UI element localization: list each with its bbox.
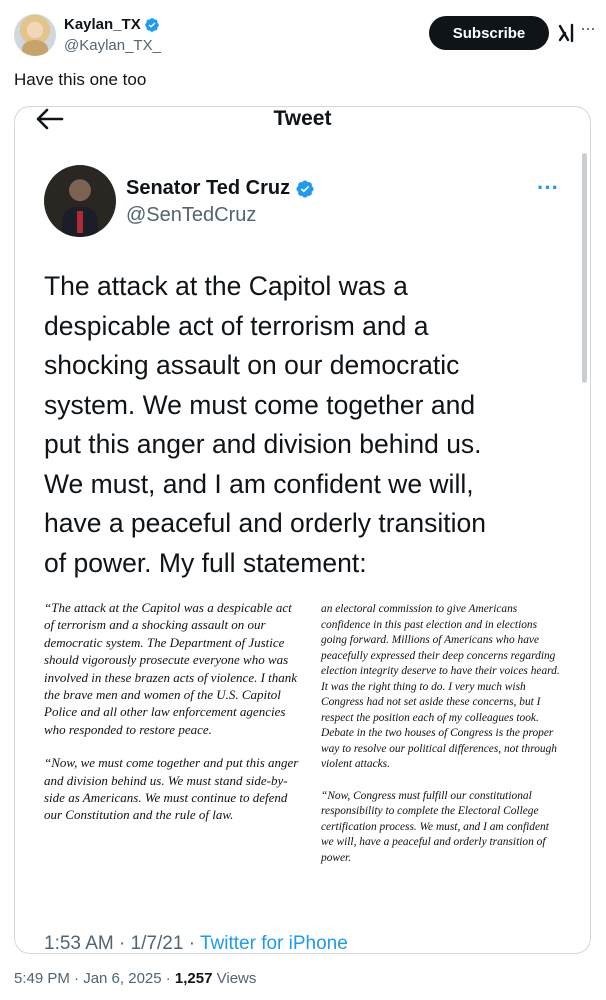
scrollbar[interactable] bbox=[582, 153, 587, 383]
embedded-verified-badge-icon bbox=[296, 179, 314, 198]
embedded-tweet-body: The attack at the Capitol was a despicab… bbox=[44, 267, 564, 583]
body-line: have a peaceful and orderly transition bbox=[44, 508, 486, 538]
embedded-author-avatar bbox=[44, 165, 116, 237]
post-timestamp[interactable]: 5:49 PM · Jan 6, 2025 · bbox=[14, 970, 175, 987]
body-line: shocking assault on our democratic bbox=[44, 350, 460, 380]
body-line: put this anger and division behind us. bbox=[44, 429, 482, 459]
body-line: We must, and I am confident we will, bbox=[44, 468, 474, 499]
embedded-timestamp: 1:53 AM · 1/7/21 · Twitter for iPhone bbox=[44, 933, 348, 954]
body-line: despicable act of terrorism and a bbox=[44, 310, 429, 341]
author-name[interactable]: Kaylan_TX bbox=[64, 16, 160, 33]
embedded-more-options-icon: ··· bbox=[537, 175, 559, 200]
post-meta: 5:49 PM · Jan 6, 2025 · 1,257 Views bbox=[14, 970, 256, 987]
statement-paragraph: “The attack at the Capitol was a despica… bbox=[44, 600, 298, 737]
embedded-timestamp-text: 1:53 AM · 1/7/21 · bbox=[44, 933, 200, 954]
post-text: Have this one too bbox=[14, 70, 147, 89]
statement-left-column: “The attack at the Capitol was a despica… bbox=[44, 599, 304, 840]
embedded-author-name-label: Senator Ted Cruz bbox=[126, 177, 291, 199]
embedded-header-title: Tweet bbox=[273, 107, 332, 130]
statement-paragraph: an electoral commission to give American… bbox=[321, 603, 560, 770]
grok-icon[interactable] bbox=[557, 22, 577, 44]
subscribe-button[interactable]: Subscribe bbox=[429, 16, 549, 50]
views-count: 1,257 bbox=[174, 970, 213, 987]
post-header: Kaylan_TX @Kaylan_TX_ Subscribe ··· bbox=[14, 12, 596, 60]
body-line: system. We must come together and bbox=[44, 389, 476, 420]
embedded-author-handle: @SenTedCruz bbox=[126, 204, 257, 226]
statement-right-column: an electoral commission to give American… bbox=[321, 602, 561, 882]
statement-paragraph: “Now, we must come together and put this… bbox=[44, 755, 299, 823]
more-options-icon[interactable]: ··· bbox=[580, 18, 596, 39]
body-line: The attack at the Capitol was a bbox=[44, 271, 408, 301]
author-avatar[interactable] bbox=[14, 14, 56, 56]
embedded-topbar: Tweet bbox=[15, 107, 590, 133]
statement-paragraph: “Now, Congress must fulfill our constitu… bbox=[321, 789, 549, 864]
body-line: of power. My full statement: bbox=[44, 547, 367, 578]
embedded-source-link: Twitter for iPhone bbox=[199, 933, 348, 954]
embedded-screenshot[interactable]: Tweet Senator Ted Cruz @SenTedCruz ··· T… bbox=[14, 106, 591, 954]
embedded-author-name: Senator Ted Cruz bbox=[126, 177, 315, 200]
verified-badge-icon bbox=[144, 17, 159, 32]
views-label: Views bbox=[212, 970, 257, 987]
author-name-label[interactable]: Kaylan_TX bbox=[64, 16, 141, 33]
author-handle[interactable]: @Kaylan_TX_ bbox=[64, 37, 161, 54]
